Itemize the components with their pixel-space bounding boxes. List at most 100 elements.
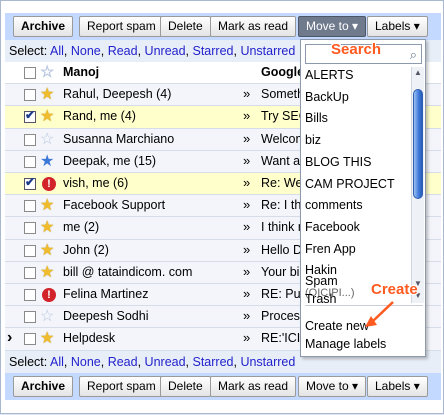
report-spam-button[interactable]: Report spam — [79, 16, 164, 37]
row-sender[interactable]: Rand, me (4) — [63, 109, 136, 123]
menu-item-spam[interactable]: Spam — [305, 274, 338, 288]
row-sender[interactable]: me (2) — [63, 220, 99, 234]
row-subject[interactable]: Want a — [261, 154, 305, 168]
separator: , — [137, 355, 145, 369]
scroll-up-icon[interactable]: ▲ — [412, 67, 424, 79]
separator: , — [100, 355, 108, 369]
star-icon[interactable]: ★ — [40, 242, 54, 259]
menu-label-item[interactable]: comments — [305, 198, 363, 212]
move-to-button[interactable]: Move to ▾ — [298, 16, 367, 37]
annotation-search: Search — [331, 41, 382, 58]
row-checkbox[interactable] — [24, 222, 36, 235]
star-icon[interactable]: ★ — [40, 197, 54, 214]
row-sender[interactable]: Deepesh Sodhi — [63, 309, 148, 323]
menu-item-trash[interactable]: Trash — [305, 292, 337, 306]
row-subject[interactable]: Hello D — [261, 243, 305, 257]
select-starred-link[interactable]: Starred — [193, 44, 234, 58]
row-subject[interactable]: RE: Pu — [261, 287, 305, 301]
select-unread-link[interactable]: Unread — [145, 44, 186, 58]
row-sender[interactable]: Rahul, Deepesh (4) — [63, 87, 171, 101]
row-checkbox[interactable] — [24, 67, 36, 79]
row-checkbox[interactable] — [24, 108, 36, 124]
row-subject[interactable]: Google — [261, 65, 305, 79]
select-starred-link[interactable]: Starred — [193, 355, 234, 369]
archive-button[interactable]: Archive — [13, 16, 74, 37]
important-icon[interactable]: ! — [42, 288, 56, 302]
star-icon[interactable]: ☆ — [40, 308, 54, 325]
row-subject[interactable]: Try SEO — [261, 109, 305, 123]
row-subject[interactable]: RE:'ICI — [261, 331, 305, 345]
thread-arrow-icon: » — [243, 108, 251, 124]
select-unstarred-link[interactable]: Unstarred — [240, 355, 295, 369]
select-none-link[interactable]: None — [71, 355, 101, 369]
scroll-thumb[interactable] — [413, 89, 423, 199]
star-icon[interactable]: ☆ — [40, 64, 54, 81]
mark-as-read-button[interactable]: Mark as read — [210, 16, 297, 37]
star-icon[interactable]: ☆ — [40, 131, 54, 148]
row-sender[interactable]: bill @ tataindicom. com — [63, 265, 192, 279]
row-subject[interactable]: Your bil — [261, 265, 305, 279]
bottom-toolbar: Archive Report spam Delete Mark as read … — [5, 373, 441, 400]
star-icon[interactable]: ★ — [40, 219, 54, 236]
thread-arrow-icon: » — [243, 86, 251, 102]
select-read-link[interactable]: Read — [108, 355, 138, 369]
menu-label-item[interactable]: ALERTS — [305, 68, 353, 82]
row-sender[interactable]: vish, me (6) — [63, 176, 128, 190]
row-sender[interactable]: Susanna Marchiano — [63, 132, 174, 146]
menu-item-create-new[interactable]: Create new — [305, 319, 369, 333]
row-subject[interactable]: Somethi — [261, 87, 305, 101]
row-subject[interactable]: Re: We — [261, 176, 305, 190]
menu-label-item[interactable]: BackUp — [305, 90, 349, 104]
menu-item-manage-labels[interactable]: Manage labels — [305, 337, 386, 351]
row-checkbox[interactable] — [24, 175, 36, 190]
row-subject[interactable]: Re: I th — [261, 198, 305, 212]
mark-as-read-button[interactable]: Mark as read — [210, 376, 297, 397]
select-unstarred-link[interactable]: Unstarred — [240, 44, 295, 58]
row-sender[interactable]: Manoj — [63, 65, 99, 79]
menu-label-item[interactable]: Bills — [305, 111, 328, 125]
star-icon[interactable]: ★ — [40, 330, 54, 347]
star-icon[interactable]: ★ — [40, 108, 54, 125]
row-subject[interactable]: I think r — [261, 220, 305, 234]
row-checkbox[interactable] — [24, 244, 36, 257]
select-all-link[interactable]: All — [50, 355, 64, 369]
report-spam-button[interactable]: Report spam — [79, 376, 164, 397]
row-checkbox[interactable] — [24, 311, 36, 324]
row-checkbox[interactable] — [24, 266, 36, 279]
row-sender[interactable]: John (2) — [63, 243, 109, 257]
archive-button[interactable]: Archive — [13, 376, 74, 397]
menu-label-item[interactable]: Fren App — [305, 242, 356, 256]
select-read-link[interactable]: Read — [108, 44, 138, 58]
separator: , — [185, 355, 193, 369]
select-all-link[interactable]: All — [50, 44, 64, 58]
menu-label-item[interactable]: BLOG THIS — [305, 155, 371, 169]
important-icon[interactable]: ! — [42, 177, 56, 191]
row-sender[interactable]: Felina Martinez — [63, 287, 148, 301]
select-none-link[interactable]: None — [71, 44, 101, 58]
menu-label-item[interactable]: CAM PROJECT — [305, 177, 395, 191]
label-list-scrollbar[interactable]: ▲ ▼ ▼ — [411, 67, 424, 303]
row-sender[interactable]: Helpdesk — [63, 331, 115, 345]
menu-label-item[interactable]: Facebook — [305, 220, 360, 234]
row-checkbox[interactable] — [24, 200, 36, 213]
row-sender[interactable]: Deepak, me (15) — [63, 154, 156, 168]
select-unread-link[interactable]: Unread — [145, 355, 186, 369]
labels-button[interactable]: Labels ▾ — [367, 16, 428, 37]
star-icon[interactable]: ★ — [40, 153, 54, 170]
menu-label-item[interactable]: biz — [305, 133, 321, 147]
separator: , — [63, 355, 71, 369]
row-checkbox[interactable] — [24, 333, 36, 346]
row-sender[interactable]: Facebook Support — [63, 198, 165, 212]
delete-button[interactable]: Delete — [160, 16, 211, 37]
row-checkbox[interactable] — [24, 133, 36, 146]
star-icon[interactable]: ★ — [40, 264, 54, 281]
row-subject[interactable]: Welcome — [261, 132, 305, 146]
row-checkbox[interactable] — [24, 89, 36, 102]
move-to-button[interactable]: Move to ▾ — [298, 376, 367, 397]
row-checkbox[interactable] — [24, 155, 36, 168]
star-icon[interactable]: ★ — [40, 86, 54, 103]
row-subject[interactable]: Process — [261, 309, 305, 323]
labels-button[interactable]: Labels ▾ — [367, 376, 428, 397]
delete-button[interactable]: Delete — [160, 376, 211, 397]
row-checkbox[interactable] — [24, 289, 36, 301]
